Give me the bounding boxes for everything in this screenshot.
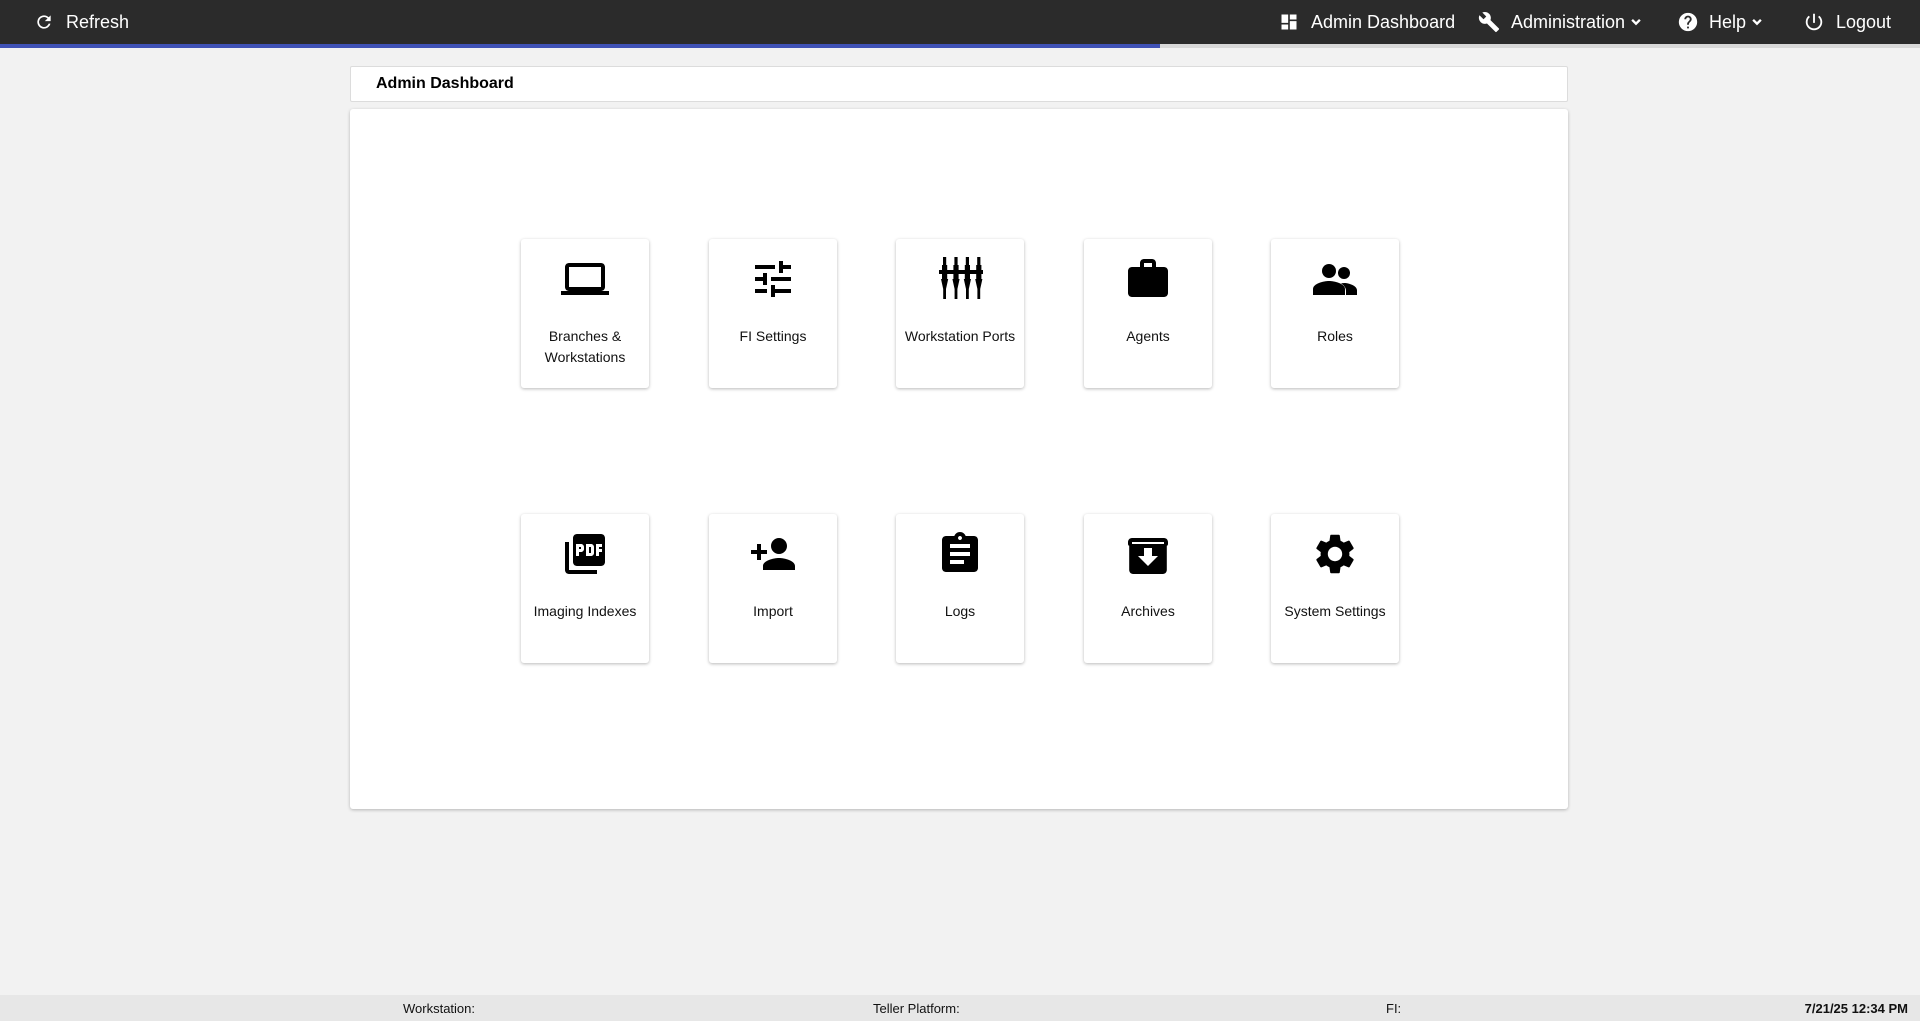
- tile-label: FI Settings: [739, 328, 807, 344]
- admin-dashboard-link[interactable]: Admin Dashboard: [1279, 0, 1455, 44]
- chevron-down-icon: [1631, 19, 1641, 26]
- tile-system-settings[interactable]: System Settings: [1271, 514, 1399, 663]
- refresh-icon: [37, 15, 51, 29]
- page-header: Admin Dashboard: [350, 66, 1568, 102]
- tile-branches-workstations[interactable]: Branches & Workstations: [521, 239, 649, 388]
- archive-icon: [1124, 530, 1172, 578]
- page-title: Admin Dashboard: [376, 75, 514, 92]
- tile-fi-settings[interactable]: FI Settings: [709, 239, 837, 388]
- administration-label: Administration: [1511, 11, 1626, 32]
- tile-workstation-ports[interactable]: Workstation Ports: [896, 239, 1024, 388]
- tile-import[interactable]: Import: [709, 514, 837, 663]
- top-navigation-bar: Refresh Admin Dashboard Administration H…: [0, 0, 1920, 44]
- tile-label: Agents: [1126, 328, 1170, 344]
- logout-label: Logout: [1836, 11, 1892, 32]
- gear-icon: [1311, 530, 1359, 578]
- tune-icon: [749, 255, 797, 303]
- briefcase-icon: [1124, 255, 1172, 303]
- loading-progress-bar: [0, 44, 1920, 48]
- refresh-label: Refresh: [66, 11, 130, 32]
- tile-roles[interactable]: Roles: [1271, 239, 1399, 388]
- tile-label: Import: [753, 603, 793, 619]
- help-menu[interactable]: Help: [1677, 0, 1765, 44]
- fi-label: FI:: [1386, 1000, 1402, 1016]
- admin-dashboard-label: Admin Dashboard: [1311, 11, 1456, 32]
- people-icon: [1311, 255, 1359, 303]
- tile-label: Branches & Workstations: [544, 328, 626, 365]
- tile-logs[interactable]: Logs: [896, 514, 1024, 663]
- laptop-icon: [561, 255, 609, 303]
- tile-label: Logs: [944, 603, 976, 619]
- dashboard-icon: [1281, 14, 1297, 30]
- ports-icon: [936, 255, 984, 303]
- tile-agents[interactable]: Agents: [1084, 239, 1212, 388]
- administration-menu[interactable]: Administration: [1478, 0, 1644, 44]
- pdf-icon: [561, 530, 609, 578]
- clipboard-icon: [936, 530, 984, 578]
- tile-label: Imaging Indexes: [533, 603, 637, 619]
- tile-label: System Settings: [1284, 603, 1386, 619]
- help-label: Help: [1709, 11, 1747, 32]
- tile-archives[interactable]: Archives: [1084, 514, 1212, 663]
- wrench-icon: [1478, 12, 1500, 33]
- person-add-icon: [749, 530, 797, 578]
- help-icon: [1678, 12, 1698, 32]
- datetime-display: 7/21/25 12:34 PM: [1804, 1000, 1908, 1016]
- logout-button[interactable]: Logout: [1803, 0, 1891, 44]
- status-footer: Workstation: Teller Platform: FI: 7/21/2…: [0, 995, 1920, 1021]
- chevron-down-icon: [1752, 19, 1762, 26]
- power-icon: [1805, 13, 1823, 31]
- refresh-button[interactable]: Refresh: [34, 0, 129, 44]
- dashboard-panel: Branches & Workstations FI Settings Work…: [350, 109, 1568, 809]
- tile-label: Roles: [1317, 328, 1353, 344]
- tile-imaging-indexes[interactable]: Imaging Indexes: [521, 514, 649, 663]
- tile-label: Archives: [1121, 603, 1175, 619]
- progress-fill: [0, 44, 1160, 48]
- workstation-label: Workstation:: [403, 1000, 476, 1016]
- teller-platform-label: Teller Platform:: [873, 1000, 960, 1016]
- tile-label: Workstation Ports: [904, 328, 1016, 344]
